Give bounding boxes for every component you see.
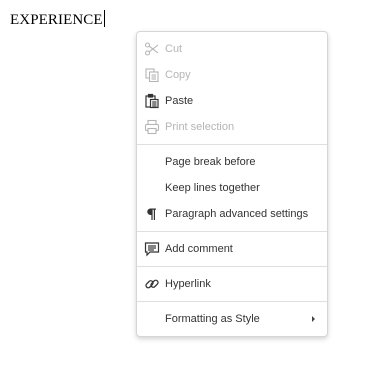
text-cursor bbox=[103, 10, 105, 27]
menu-separator bbox=[137, 144, 327, 145]
menu-separator bbox=[137, 231, 327, 232]
menu-separator bbox=[137, 301, 327, 302]
menu-label: Keep lines together bbox=[165, 182, 260, 194]
menu-item-cut[interactable]: Cut bbox=[137, 36, 327, 62]
menu-label: Page break before bbox=[165, 156, 256, 168]
menu-label: Hyperlink bbox=[165, 278, 211, 290]
menu-label: Formatting as Style bbox=[165, 313, 260, 325]
menu-item-paragraph-advanced-settings[interactable]: Paragraph advanced settings bbox=[137, 201, 327, 227]
menu-item-page-break-before[interactable]: Page break before bbox=[137, 149, 327, 175]
link-icon bbox=[143, 275, 161, 293]
menu-item-paste[interactable]: Paste bbox=[137, 88, 327, 114]
menu-item-print-selection[interactable]: Print selection bbox=[137, 114, 327, 140]
menu-label: Print selection bbox=[165, 121, 235, 133]
chevron-right-icon bbox=[312, 316, 315, 322]
menu-item-keep-lines-together[interactable]: Keep lines together bbox=[137, 175, 327, 201]
printer-icon bbox=[143, 118, 161, 136]
menu-label: Paste bbox=[165, 95, 194, 107]
document-word: EXPERIENCE bbox=[10, 12, 103, 28]
menu-item-copy[interactable]: Copy bbox=[137, 62, 327, 88]
menu-label: Copy bbox=[165, 69, 191, 81]
menu-label: Add comment bbox=[165, 243, 233, 255]
paste-icon bbox=[143, 92, 161, 110]
comment-icon bbox=[143, 240, 161, 258]
context-menu: Cut Copy Paste Print selection Page brea… bbox=[136, 31, 328, 337]
menu-item-formatting-as-style[interactable]: Formatting as Style bbox=[137, 306, 327, 332]
menu-item-hyperlink[interactable]: Hyperlink bbox=[137, 271, 327, 297]
menu-item-add-comment[interactable]: Add comment bbox=[137, 236, 327, 262]
scissors-icon bbox=[143, 40, 161, 58]
menu-separator bbox=[137, 266, 327, 267]
menu-label: Paragraph advanced settings bbox=[165, 208, 309, 220]
copy-icon bbox=[143, 66, 161, 84]
menu-label: Cut bbox=[165, 43, 183, 55]
pilcrow-icon bbox=[143, 205, 161, 223]
document-text[interactable]: EXPERIENCE bbox=[10, 10, 105, 29]
